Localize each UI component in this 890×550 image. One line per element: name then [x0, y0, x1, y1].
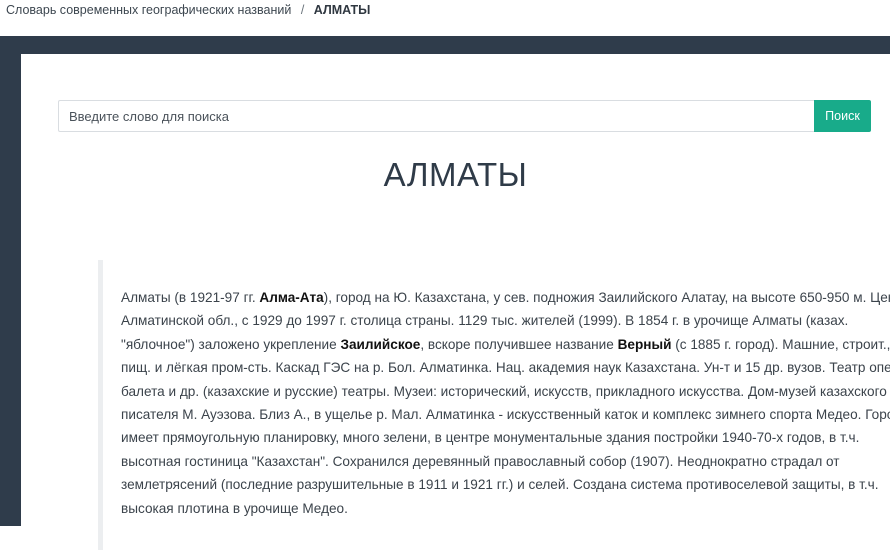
entry-bold-term-zailiyskoe: Заилийское — [340, 336, 421, 352]
entry-bold-term-verny: Верный — [617, 336, 672, 352]
entry-text-part: Алматы (в 1921-97 гг. — [121, 290, 260, 305]
entry-text-part: , вскоре получившее название — [420, 336, 618, 352]
search-input[interactable] — [58, 100, 814, 132]
entry-text: Алматы (в 1921-97 гг. Алма-Ата), город н… — [121, 286, 890, 520]
entry-blockquote: Алматы (в 1921-97 гг. Алма-Ата), город н… — [98, 260, 890, 550]
entry-bold-term-alma-ata: Алма-Ата — [259, 290, 324, 305]
breadcrumb-current: АЛМАТЫ — [313, 3, 371, 17]
content-card: Поиск АЛМАТЫ Алматы (в 1921-97 гг. Алма-… — [21, 54, 890, 550]
breadcrumb: Словарь современных географических назва… — [6, 2, 370, 18]
search-form: Поиск — [58, 100, 871, 132]
breadcrumb-separator: / — [300, 3, 305, 17]
page-title: АЛМАТЫ — [383, 156, 528, 193]
entry-text-part: (с 1885 г. город). Маш­ние, строит., пищ… — [121, 336, 890, 516]
search-button[interactable]: Поиск — [814, 100, 871, 132]
breadcrumb-dictionary-link[interactable]: Словарь современных географических назва… — [6, 3, 291, 17]
